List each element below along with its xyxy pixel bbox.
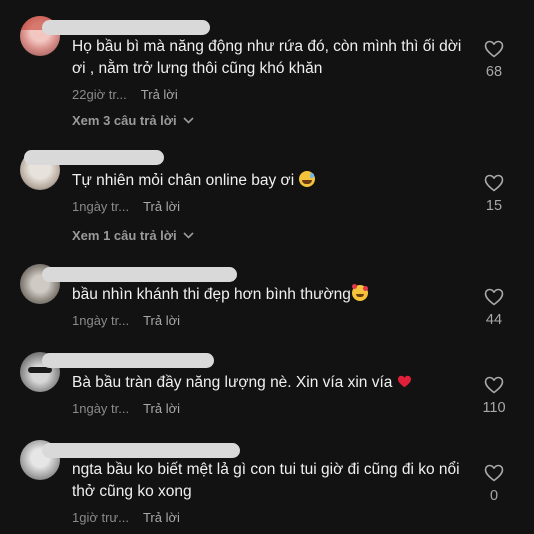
username-redacted	[42, 443, 240, 458]
reply-button[interactable]: Trả lời	[143, 313, 180, 328]
comment-meta: 1ngày tr... Trả lời	[72, 199, 180, 214]
view-replies-label: Xem 3 câu trả lời	[72, 113, 177, 128]
heart-outline-icon	[474, 174, 514, 192]
username-redacted	[42, 353, 214, 368]
comment-time: 22giờ tr...	[72, 87, 127, 102]
like-count: 15	[485, 198, 503, 214]
like-count: 0	[489, 488, 499, 504]
comment-time: 1ngày tr...	[72, 401, 130, 416]
view-replies-label: Xem 1 câu trả lời	[72, 228, 177, 243]
comment-time: 1giờ trư...	[72, 510, 129, 525]
view-replies-button[interactable]: Xem 3 câu trả lời	[72, 112, 194, 128]
like-count: 110	[482, 400, 506, 416]
reply-button[interactable]: Trả lời	[143, 401, 180, 416]
username-redacted	[24, 150, 164, 165]
comment-meta: 1ngày tr... Trả lời	[72, 401, 180, 416]
comment-time: 1ngày tr...	[72, 199, 130, 214]
comment-meta: 22giờ tr... Trả lời	[72, 87, 178, 102]
comment-text: ngta bầu ko biết mệt lả gì con tui tui g…	[72, 461, 460, 500]
username-redacted	[42, 20, 210, 35]
like-count: 44	[485, 312, 503, 328]
grinning-sweat-emoji	[299, 171, 316, 187]
comment-text: Họ bầu bì mà năng động như rứa đó, còn m…	[72, 38, 462, 77]
comment-time: 1ngày tr...	[72, 313, 130, 328]
red-heart-emoji	[397, 373, 412, 395]
like-button[interactable]: 0	[474, 464, 514, 504]
comment-text: bầu nhìn khánh thi đẹp hơn bình thường	[72, 284, 468, 306]
like-button[interactable]: 44	[474, 288, 514, 328]
smiling-hearts-emoji	[351, 284, 368, 301]
heart-outline-icon	[474, 464, 514, 482]
comment-meta: 1ngày tr... Trả lời	[72, 313, 180, 328]
comment-meta: 1giờ trư... Trả lời	[72, 510, 180, 525]
heart-outline-icon	[474, 376, 514, 394]
like-button[interactable]: 15	[474, 174, 514, 214]
like-button[interactable]: 68	[474, 40, 514, 80]
heart-outline-icon	[474, 288, 514, 306]
comment-text: Tự nhiên mỏi chân online bay ơi	[72, 170, 468, 192]
chevron-down-icon	[183, 227, 194, 242]
comment-text: Bà bầu tràn đầy năng lượng nè. Xin vía x…	[72, 372, 468, 395]
reply-button[interactable]: Trả lời	[141, 87, 178, 102]
heart-outline-icon	[474, 40, 514, 58]
chevron-down-icon	[183, 112, 194, 127]
view-replies-button[interactable]: Xem 1 câu trả lời	[72, 227, 194, 243]
reply-button[interactable]: Trả lời	[143, 199, 180, 214]
reply-button[interactable]: Trả lời	[143, 510, 180, 525]
like-count: 68	[485, 64, 503, 80]
like-button[interactable]: 110	[474, 376, 514, 416]
username-redacted	[42, 267, 237, 282]
